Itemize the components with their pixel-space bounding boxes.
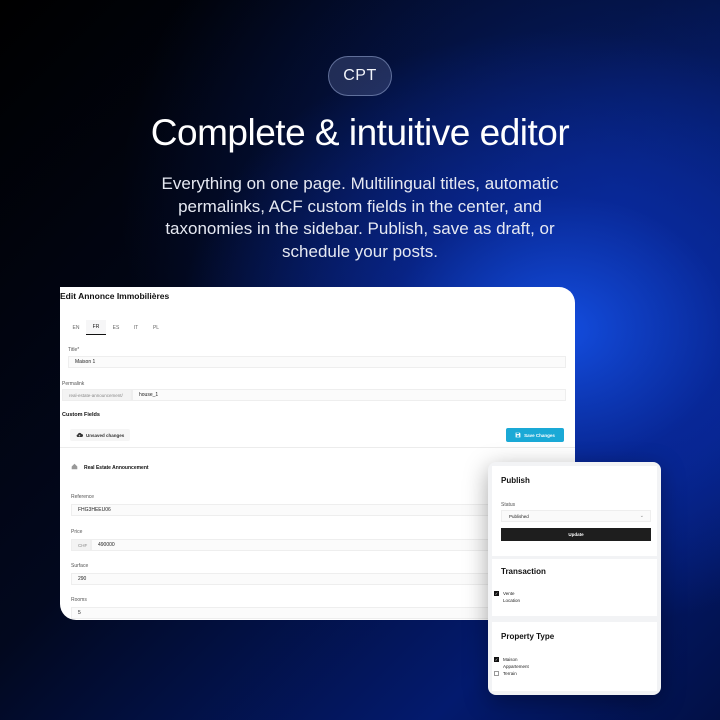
reference-label: Reference — [71, 494, 95, 500]
checkbox-appartement[interactable]: Appartement — [494, 664, 529, 669]
cloud-upload-icon — [76, 432, 83, 438]
checkbox-icon — [494, 671, 499, 676]
permalink-prefix: real-estate-announcement/ — [62, 389, 132, 401]
transaction-title: Transaction — [501, 567, 546, 576]
option-label: Location — [503, 598, 521, 603]
price-label: Price — [71, 529, 83, 535]
status-value: Published — [509, 513, 529, 519]
chevron-down-icon: ⌄ — [639, 513, 644, 519]
tab-pl[interactable]: PL — [146, 320, 166, 335]
checkbox-terrain[interactable]: Terrain — [494, 671, 517, 676]
transaction-panel: Transaction ✓ Vente Location — [492, 559, 657, 616]
rooms-label: Rooms — [71, 597, 87, 603]
checkbox-vente[interactable]: ✓ Vente — [494, 591, 515, 596]
checkbox-checked-icon: ✓ — [494, 656, 499, 662]
tab-es[interactable]: ES — [106, 320, 126, 335]
checkbox-location[interactable]: Location — [494, 598, 520, 603]
update-button[interactable]: Update — [501, 528, 651, 541]
option-label: Maison — [503, 657, 518, 662]
custom-fields-label: Custom Fields — [62, 412, 100, 418]
unsaved-changes-badge: Unsaved changes — [70, 429, 131, 441]
title-input[interactable]: Maison 1 — [68, 356, 566, 368]
cpt-badge: CPT — [328, 56, 392, 96]
language-tabs: EN FR ES IT PL — [66, 320, 166, 335]
sidebar-card: Publish Status Published ⌄ Update Transa… — [488, 462, 661, 695]
property-type-panel: Property Type ✓ Maison Appartement Terra… — [492, 622, 657, 691]
tab-en[interactable]: EN — [66, 320, 86, 335]
save-changes-button[interactable]: Save Changes — [506, 428, 564, 442]
checkbox-maison[interactable]: ✓ Maison — [494, 657, 518, 662]
publish-title: Publish — [501, 476, 530, 485]
title-label: Title* — [68, 347, 80, 353]
property-type-title: Property Type — [501, 632, 555, 641]
save-icon — [515, 432, 521, 438]
tab-fr[interactable]: FR — [86, 320, 106, 335]
hero-title: Complete & intuitive editor — [150, 112, 570, 153]
permalink-input[interactable]: house_1 — [132, 389, 566, 401]
option-label: Vente — [503, 591, 515, 596]
tab-it[interactable]: IT — [126, 320, 146, 335]
checkbox-icon — [494, 664, 499, 669]
checkbox-icon — [494, 598, 499, 603]
option-label: Appartement — [503, 664, 529, 669]
surface-label: Surface — [71, 563, 89, 569]
divider — [60, 447, 575, 448]
permalink-label: Permalink — [62, 381, 85, 387]
save-changes-label: Save Changes — [524, 432, 555, 438]
editor-title: Edit Annonce Immobilières — [60, 291, 170, 301]
publish-panel: Publish Status Published ⌄ Update — [492, 466, 657, 556]
status-label: Status — [501, 502, 516, 508]
unsaved-label: Unsaved changes — [86, 432, 125, 438]
price-currency: CHF — [71, 539, 91, 551]
status-select[interactable]: Published ⌄ — [501, 510, 651, 522]
checkbox-checked-icon: ✓ — [494, 590, 499, 596]
hero-subtitle: Everything on one page. Multilingual tit… — [161, 174, 559, 261]
field-group-title: Real Estate Announcement — [84, 465, 149, 471]
option-label: Terrain — [503, 671, 517, 676]
home-icon — [71, 463, 78, 470]
